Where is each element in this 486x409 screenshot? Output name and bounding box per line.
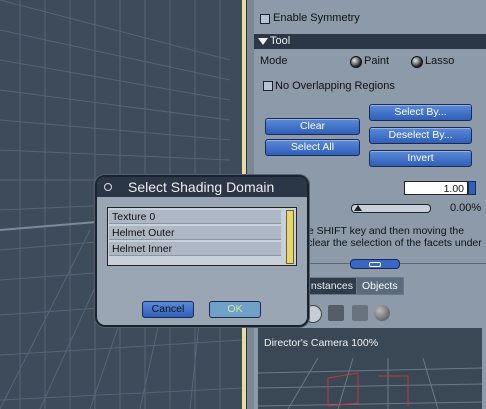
- handle-grip-icon: [369, 262, 381, 267]
- list-scrollbar[interactable]: [286, 210, 294, 264]
- mode-paint-label: Paint: [364, 55, 390, 67]
- dialog-close-icon[interactable]: [104, 183, 112, 191]
- tool-section-header[interactable]: Tool: [254, 34, 486, 49]
- sphere-icon[interactable]: [374, 305, 390, 321]
- clear-button[interactable]: Clear: [265, 118, 360, 135]
- shading-domain-list[interactable]: Texture 0 Helmet Outer Helmet Inner: [107, 207, 297, 266]
- mode-lasso-label: Lasso: [425, 55, 455, 67]
- value-spinner[interactable]: [468, 181, 476, 195]
- invert-button[interactable]: Invert: [369, 150, 472, 167]
- mode-lasso-radio[interactable]: [411, 56, 423, 68]
- collapse-handle[interactable]: [350, 259, 400, 269]
- ok-button[interactable]: OK: [209, 301, 261, 318]
- deselect-by-button[interactable]: Deselect By...: [369, 127, 472, 144]
- select-shading-domain-dialog: Select Shading Domain Texture 0 Helmet O…: [95, 175, 309, 327]
- tab-instances[interactable]: Instances: [302, 277, 359, 295]
- camera-preview[interactable]: Director's Camera 100%: [258, 328, 482, 409]
- cancel-button[interactable]: Cancel: [142, 301, 194, 318]
- dialog-titlebar[interactable]: Select Shading Domain: [97, 177, 307, 197]
- value-slider[interactable]: [351, 204, 431, 213]
- preview-grid: [258, 357, 482, 409]
- select-by-button[interactable]: Select By...: [369, 104, 472, 121]
- mode-label: Mode: [260, 55, 288, 67]
- percent-readout: 0.00%: [450, 202, 482, 214]
- help-text-line-2: l clear the selection of the facets unde…: [302, 237, 482, 249]
- list-item[interactable]: Texture 0: [109, 210, 281, 224]
- list-item[interactable]: Helmet Inner: [109, 242, 281, 256]
- mode-paint-radio[interactable]: [350, 56, 362, 68]
- cube-shaded-icon[interactable]: [352, 305, 368, 321]
- select-all-button[interactable]: Select All: [265, 139, 360, 156]
- collapse-triangle-icon: [258, 38, 268, 45]
- value-input[interactable]: 1.00: [404, 181, 468, 195]
- enable-symmetry-label: Enable Symmetry: [273, 12, 360, 24]
- slider-handle-icon[interactable]: [354, 205, 362, 211]
- enable-symmetry-checkbox[interactable]: [260, 14, 270, 24]
- dialog-title: Select Shading Domain: [128, 179, 275, 195]
- tool-header-label: Tool: [270, 35, 291, 47]
- list-item[interactable]: Helmet Outer: [109, 226, 281, 240]
- tab-objects[interactable]: Objects: [356, 277, 404, 295]
- no-overlapping-label: No Overlapping Regions: [275, 80, 395, 92]
- no-overlapping-checkbox[interactable]: [263, 81, 273, 91]
- cube-solid-icon[interactable]: [328, 305, 344, 321]
